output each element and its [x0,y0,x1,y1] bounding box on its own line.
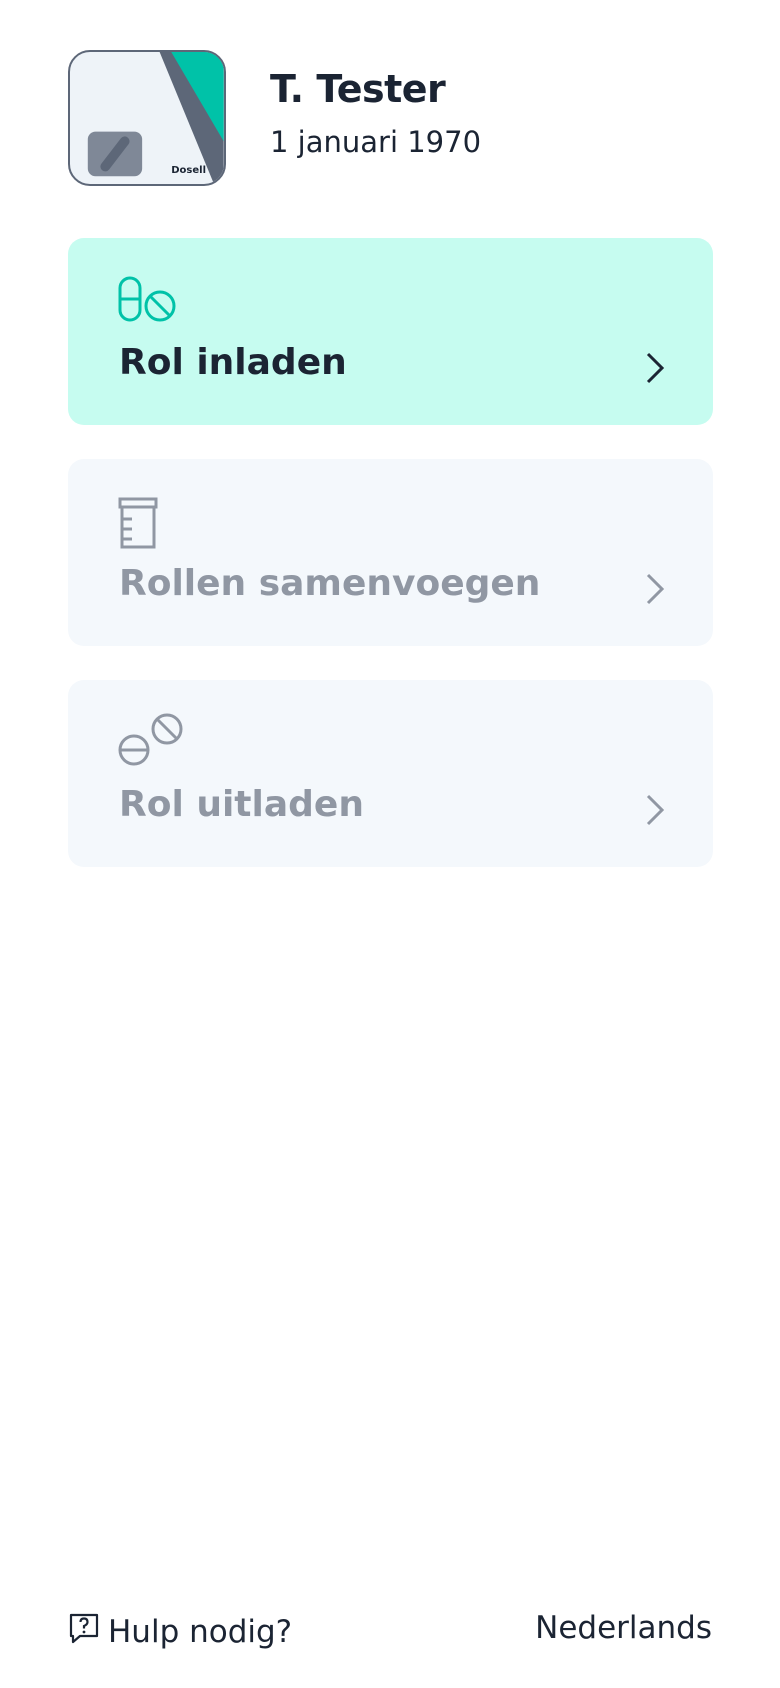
chevron-right-icon [645,793,665,831]
profile-info: T. Tester 1 januari 1970 [270,67,481,159]
merge-rolls-card[interactable]: Rollen samenvoegen [68,459,713,646]
main-screen: Dosell T. Tester 1 januari 1970 Rol inla… [0,0,780,1688]
load-roll-card[interactable]: Rol inladen [68,238,713,425]
device-image: Dosell [68,50,226,186]
help-label: Hulp nodig? [108,1614,293,1650]
unload-roll-card[interactable]: Rol uitladen [68,680,713,867]
user-date-of-birth: 1 januari 1970 [270,125,482,159]
language-selector[interactable]: Nederlands [535,1610,712,1646]
chevron-right-icon [645,572,665,610]
load-roll-label: Rol inladen [119,342,347,383]
profile-header: Dosell T. Tester 1 januari 1970 [68,50,481,186]
help-chat-icon [68,1612,100,1652]
roll-merge-icon [118,497,158,555]
pill-unload-icon [118,712,184,770]
device-brand-text: Dosell [171,165,206,176]
merge-rolls-label: Rollen samenvoegen [119,563,541,604]
help-link[interactable]: Hulp nodig? [68,1612,292,1652]
user-name: T. Tester [270,67,446,111]
chevron-right-icon [645,351,665,389]
pill-load-icon [118,276,178,328]
unload-roll-label: Rol uitladen [119,784,364,825]
